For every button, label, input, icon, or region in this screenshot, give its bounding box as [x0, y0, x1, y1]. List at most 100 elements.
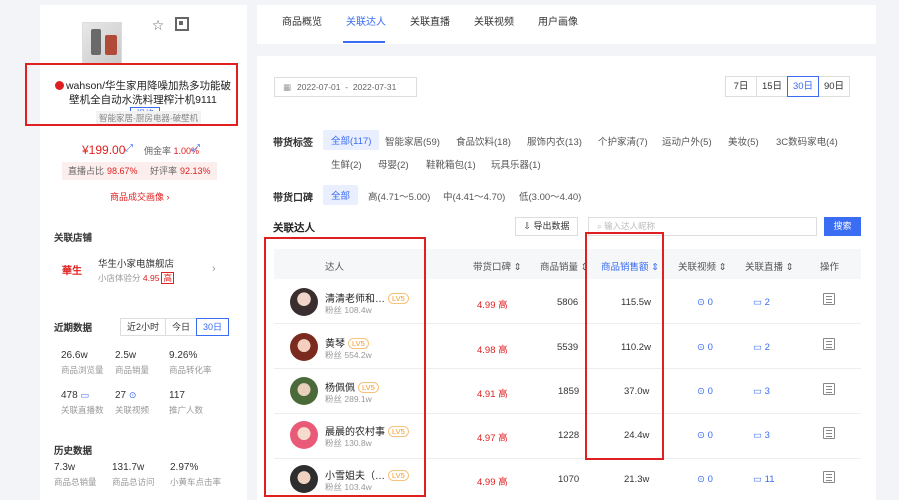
detail-list-icon[interactable] — [823, 471, 835, 483]
videos-cell[interactable]: ⊙ 0 — [697, 430, 713, 441]
live-camera-icon: ▭ — [753, 342, 762, 353]
period-30d-main[interactable]: 30日 — [787, 76, 819, 97]
tag-chip[interactable]: 生鲜(2) — [331, 157, 362, 171]
date-separator: - — [345, 82, 349, 92]
lives-cell[interactable]: ▭ 3 — [753, 386, 770, 397]
search-placeholder: 输入达人昵称 — [604, 221, 656, 231]
detail-list-icon[interactable] — [823, 383, 835, 395]
metric-sales: 2.5w 商品销量 — [115, 350, 175, 376]
tab-lives[interactable]: 关联直播 — [410, 13, 450, 28]
metric-label: 推广人数 — [169, 405, 204, 415]
lives-cell[interactable]: ▭ 11 — [753, 474, 775, 485]
lives-cell[interactable]: ▭ 2 — [753, 342, 770, 353]
tag-chip[interactable]: 美妆(5) — [728, 134, 759, 148]
qr-code-icon[interactable] — [175, 17, 189, 31]
export-label: 导出数据 — [533, 221, 570, 231]
rating-chip[interactable]: 中(4.41～4.70) — [443, 189, 505, 203]
tag-chip-all[interactable]: 全部(117) — [323, 130, 380, 150]
live-camera-icon: ▭ — [80, 390, 89, 400]
sales-cell: 5806 — [557, 297, 579, 308]
rating-chip[interactable]: 低(3.00～4.40) — [519, 189, 581, 203]
rating-cell: 4.98 高 — [477, 345, 508, 356]
date-range-picker[interactable]: ▦ 2022-07-01 - 2022-07-31 — [274, 77, 417, 97]
list-title: 关联达人 — [273, 222, 315, 234]
tag-chip[interactable]: 母婴(2) — [378, 157, 409, 171]
videos-cell[interactable]: ⊙ 0 — [697, 386, 713, 397]
metric-promoters: 117 推广人数 — [169, 390, 229, 416]
tag-chip[interactable]: 食品饮料(18) — [456, 134, 511, 148]
star-icon[interactable]: ☆ — [150, 17, 166, 33]
metric-label: 商品浏览量 — [61, 365, 104, 375]
metric-views: 26.6w 商品浏览量 — [61, 350, 121, 376]
rating-cell: 4.97 高 — [477, 433, 508, 444]
price-trend-icon[interactable]: ⤢ — [125, 143, 133, 154]
download-icon: ⇩ — [523, 221, 531, 231]
metric-label: 关联视频 — [115, 405, 150, 415]
date-start: 2022-07-01 — [297, 82, 341, 92]
tag-chip[interactable]: 3C数码家电(4) — [776, 134, 838, 148]
lives-count: 3 — [764, 386, 770, 397]
period-today[interactable]: 今日 — [165, 318, 198, 336]
tab-videos[interactable]: 关联视频 — [474, 13, 514, 28]
store-name[interactable]: 华生小家电旗舰店 — [98, 256, 174, 270]
product-price: ¥199.00 — [82, 143, 126, 157]
period-15d[interactable]: 15日 — [756, 76, 788, 97]
period-90d[interactable]: 90日 — [818, 76, 850, 97]
tag-chip[interactable]: 鞋靴箱包(1) — [426, 157, 476, 171]
period-7d[interactable]: 7日 — [725, 76, 757, 97]
live-camera-icon: ▭ — [753, 297, 762, 308]
metric-value: 131.7w — [112, 462, 145, 473]
videos-count: 0 — [707, 430, 713, 441]
tab-overview[interactable]: 商品概览 — [282, 13, 322, 28]
live-ratio-value: 98.67% — [107, 166, 138, 176]
period-30d[interactable]: 30日 — [196, 318, 230, 336]
detail-list-icon[interactable] — [823, 293, 835, 305]
search-button[interactable]: 搜索 — [824, 217, 861, 236]
export-button[interactable]: ⇩ 导出数据 — [515, 217, 578, 236]
metric-conversion: 9.26% 商品转化率 — [169, 350, 229, 376]
metric-label: 商品销量 — [115, 365, 150, 375]
videos-cell[interactable]: ⊙ 0 — [697, 342, 713, 353]
metric-value: 2.5w — [115, 350, 137, 361]
chevron-right-icon[interactable]: › — [212, 263, 216, 275]
lives-cell[interactable]: ▭ 2 — [753, 297, 770, 308]
trade-portrait-link[interactable]: 商品成交画像 › — [110, 190, 170, 203]
tab-user-portrait[interactable]: 用户画像 — [538, 13, 578, 28]
recent-section-title: 近期数据 — [54, 323, 93, 334]
metric-value: 2.97% — [170, 462, 199, 473]
metric-total-sales: 7.3w 商品总销量 — [54, 462, 114, 488]
revenue-cell: 21.3w — [624, 474, 650, 485]
videos-cell[interactable]: ⊙ 0 — [697, 297, 713, 308]
tag-chip[interactable]: 智能家居(59) — [385, 134, 440, 148]
detail-list-icon[interactable] — [823, 427, 835, 439]
col-sales[interactable]: 商品销量 ⇕ — [540, 259, 589, 273]
tag-chip[interactable]: 运动户外(5) — [662, 134, 712, 148]
live-ratio-label: 直播占比 — [68, 166, 105, 176]
tag-chip[interactable]: 服饰内衣(13) — [527, 134, 582, 148]
lives-cell[interactable]: ▭ 3 — [753, 430, 770, 441]
period-2h[interactable]: 近2小时 — [120, 318, 167, 336]
metric-value: 7.3w — [54, 462, 76, 473]
rating-chip[interactable]: 高(4.71～5.00) — [368, 189, 430, 203]
good-rate-badge: 好评率 92.13% — [144, 162, 217, 180]
metric-live-count[interactable]: 478 ▭ 关联直播数 — [61, 390, 121, 416]
period-toggle: 7日 15日 30日 90日 — [725, 76, 850, 97]
live-camera-icon: ▭ — [753, 474, 762, 485]
live-camera-icon: ▭ — [753, 430, 762, 441]
tag-chip[interactable]: 个护家清(7) — [598, 134, 648, 148]
product-image — [82, 22, 122, 64]
play-circle-icon: ⊙ — [697, 474, 705, 485]
tab-influencers[interactable]: 关联达人 — [346, 13, 386, 28]
col-videos[interactable]: 关联视频 ⇕ — [678, 259, 727, 273]
search-icon: ⌕ — [597, 221, 602, 231]
col-lives[interactable]: 关联直播 ⇕ — [745, 259, 794, 273]
metric-value: 26.6w — [61, 350, 88, 361]
commission-trend-icon[interactable]: ⤢ — [192, 143, 200, 154]
detail-list-icon[interactable] — [823, 338, 835, 350]
metric-video-count[interactable]: 27 ⊙ 关联视频 — [115, 390, 175, 416]
rating-chip-all[interactable]: 全部 — [323, 185, 359, 205]
tag-chip[interactable]: 玩具乐器(1) — [491, 157, 541, 171]
videos-cell[interactable]: ⊙ 0 — [697, 474, 713, 485]
col-rating[interactable]: 带货口碑 ⇕ — [473, 259, 522, 273]
lives-count: 3 — [764, 430, 770, 441]
